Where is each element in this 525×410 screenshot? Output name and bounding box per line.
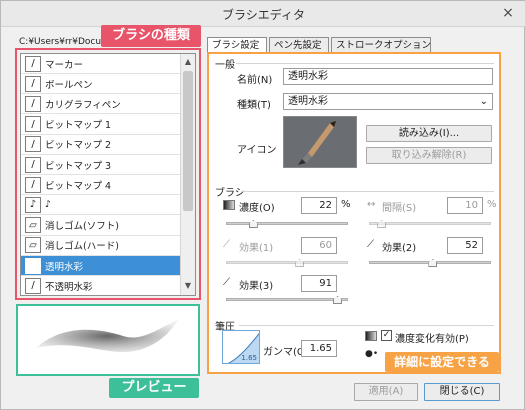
pen-icon: / — [25, 156, 41, 173]
brush-separator — [241, 191, 494, 192]
brush-list-item[interactable]: / ビットマップ 3 — [21, 155, 181, 175]
marker-icon: / — [25, 55, 41, 72]
load-icon-button[interactable]: 読み込み(I)... — [366, 125, 492, 142]
density-icon — [223, 200, 235, 210]
name-input[interactable]: 透明水彩 — [283, 68, 493, 85]
tab-pen-tip-settings[interactable]: ペン先設定 — [269, 37, 329, 53]
brush-list-item-label: 消しゴム(ハード) — [45, 241, 119, 253]
density-label: 濃度(O) — [239, 203, 275, 214]
brush-editor-window: ブラシエディタ × C:¥Users¥rr¥Docur / マーカー / ボールペン /… — [0, 0, 525, 410]
brush-list-item-label: ♪ — [45, 199, 52, 211]
density-slider-track[interactable] — [226, 222, 348, 225]
brush-list-item[interactable]: / ビットマップ 1 — [21, 115, 181, 135]
scroll-thumb[interactable] — [183, 71, 193, 211]
gamma-input[interactable]: 1.65 — [301, 340, 337, 357]
brush-list-item-label: ビットマップ 1 — [45, 120, 112, 132]
eraser-icon: ▱ — [25, 237, 41, 254]
pressure-separator — [239, 325, 494, 326]
pressure-curve-value: 1.65 — [241, 354, 257, 362]
apply-button[interactable]: 適用(A) — [354, 383, 418, 401]
effect3-label: 効果(3) — [239, 281, 274, 292]
brush-list-item-label: マーカー — [45, 59, 84, 71]
brush-list-item[interactable]: / カリグラフィペン — [21, 94, 181, 115]
brush-list-scrollbar[interactable]: ▲ ▼ — [180, 54, 195, 295]
density-change-checkbox[interactable]: ✓ — [381, 330, 392, 341]
brush-list-item-label: ビットマップ 4 — [45, 180, 112, 192]
brush-list[interactable]: / マーカー / ボールペン / カリグラフィペン / ビットマップ 1 / ビットマップ 2 / ビ… — [20, 53, 196, 296]
effect3-slider-track[interactable] — [226, 298, 348, 301]
brush-list-item[interactable]: / ボールペン — [21, 74, 181, 95]
brush-list-item-label: ボールペン — [45, 79, 93, 91]
pressure-dots-icon: ●• — [365, 349, 379, 359]
density-input[interactable]: 22 — [301, 197, 337, 214]
detail-settings-callout: 詳細に設定できる — [385, 352, 499, 372]
paintbrush-icon — [298, 121, 336, 165]
type-label: 種類(T) — [237, 100, 271, 111]
effect1-slider-track[interactable] — [226, 261, 348, 264]
brush-icon-image — [283, 116, 357, 168]
interval-slider-track[interactable] — [369, 222, 491, 225]
effect2-label: 効果(2) — [382, 243, 417, 254]
brush-list-item[interactable]: / 不透明水彩 — [21, 276, 181, 295]
brush-list-item[interactable]: / ビットマップ 4 — [21, 175, 181, 196]
note-icon: ♪ — [25, 196, 41, 213]
type-select[interactable]: 透明水彩 ⌄ — [283, 93, 493, 110]
brush-list-item[interactable]: / マーカー — [21, 54, 181, 74]
scroll-up-icon[interactable]: ▲ — [181, 55, 195, 69]
pen-icon: / — [25, 176, 41, 193]
effect1-input[interactable]: 60 — [301, 237, 337, 254]
brush-icon: / — [25, 277, 41, 294]
pen-icon: / — [25, 136, 41, 153]
brush-list-item-label: 消しゴム(ソフト) — [45, 221, 119, 233]
brush-list-item-label: カリグラフィペン — [45, 99, 121, 111]
brush-icon: / — [25, 257, 41, 274]
density-change-icon — [365, 331, 377, 341]
interval-input[interactable]: 10 — [447, 197, 483, 214]
effect2-pen-icon: ⟋ — [367, 239, 374, 250]
preview-callout: プレビュー — [109, 378, 199, 398]
brush-kind-callout: ブラシの種類 — [101, 25, 201, 47]
effect1-label: 効果(1) — [239, 243, 274, 254]
brush-list-item[interactable]: / ビットマップ 2 — [21, 135, 181, 155]
close-button[interactable]: 閉じる(C) — [424, 383, 500, 401]
brush-list-item[interactable]: ▱ 消しゴム(ハード) — [21, 236, 181, 256]
interval-unit: % — [487, 199, 497, 210]
brush-list-item[interactable]: ▱ 消しゴム(ソフト) — [21, 216, 181, 236]
interval-label: 間隔(S) — [382, 203, 417, 214]
preview-stroke — [36, 320, 178, 352]
density-change-label: 濃度変化有効(P) — [395, 334, 469, 345]
brush-list-item-label: 透明水彩 — [45, 261, 84, 273]
tab-brush-settings[interactable]: ブラシ設定 — [207, 37, 267, 53]
icon-label: アイコン — [237, 145, 277, 156]
pen-icon: / — [25, 95, 41, 112]
interval-arrow-icon: ↔ — [367, 199, 376, 210]
close-window-button[interactable]: × — [495, 4, 521, 22]
brush-preview — [16, 304, 200, 376]
general-heading: 一般 — [215, 60, 235, 71]
brush-list-item-label: ビットマップ 2 — [45, 140, 112, 152]
name-label: 名前(N) — [237, 75, 273, 86]
pressure-curve-graph[interactable]: 1.65 — [222, 330, 260, 364]
pen-icon: / — [25, 75, 41, 92]
window-title: ブラシエディタ — [222, 8, 305, 22]
brush-list-item-label: 不透明水彩 — [45, 281, 93, 293]
brush-list-item[interactable]: / 透明水彩 — [21, 256, 181, 276]
effect1-pen-icon: ⟋ — [223, 239, 230, 250]
brush-list-item[interactable]: ♪ ♪ — [21, 195, 181, 216]
effect3-pen-icon: ⟋ — [223, 277, 230, 288]
eraser-icon: ▱ — [25, 217, 41, 234]
density-unit: % — [341, 199, 351, 210]
chevron-down-icon: ⌄ — [479, 96, 488, 107]
pen-icon: / — [25, 116, 41, 133]
type-select-value: 透明水彩 — [288, 96, 328, 107]
unload-icon-button[interactable]: 取り込み解除(R) — [366, 147, 492, 164]
general-separator — [236, 63, 494, 64]
effect3-input[interactable]: 91 — [301, 275, 337, 292]
effect2-input[interactable]: 52 — [447, 237, 483, 254]
tab-stroke-options[interactable]: ストロークオプション — [331, 37, 431, 53]
scroll-down-icon[interactable]: ▼ — [181, 279, 195, 293]
brush-list-item-label: ビットマップ 3 — [45, 160, 112, 172]
